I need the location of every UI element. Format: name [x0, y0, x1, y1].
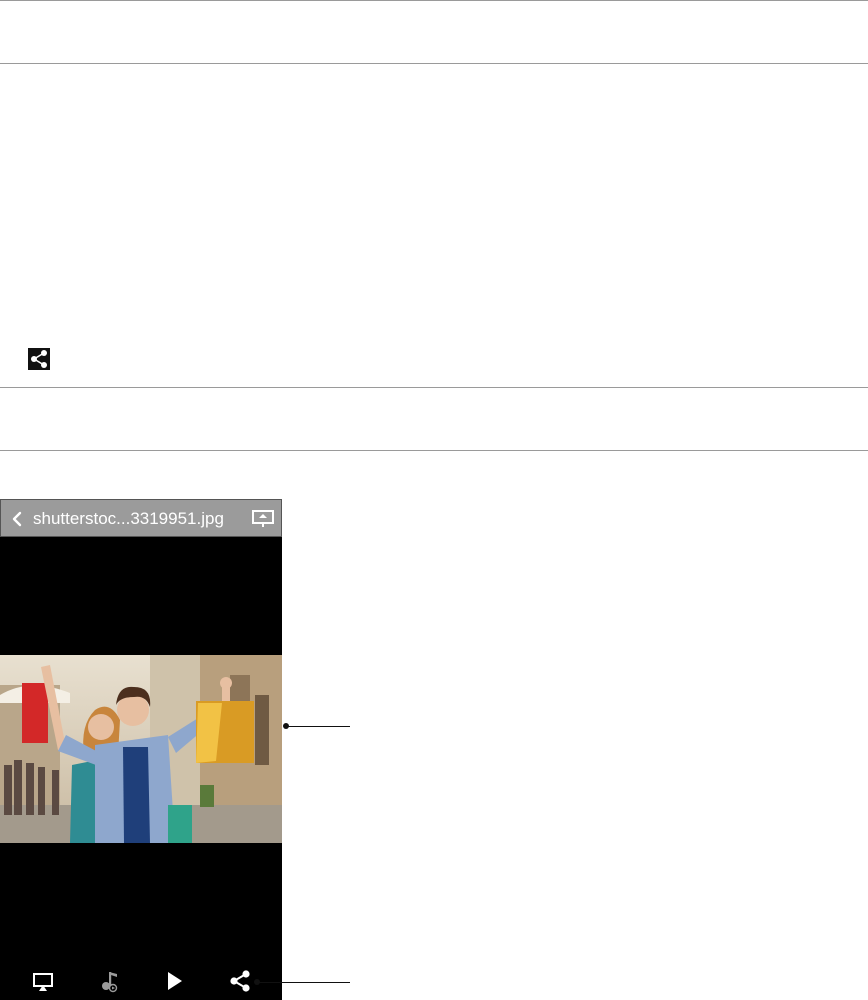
- section-divider-top: [0, 387, 868, 388]
- section-divider-bottom: [0, 450, 868, 451]
- top-divider: [0, 0, 868, 1]
- file-name-title: shutterstoc...3319951.jpg: [33, 509, 224, 528]
- photo-viewer-screen: shutterstoc...3319951.jpg: [0, 499, 282, 1000]
- share-icon: [28, 348, 50, 370]
- cast-screen-icon[interactable]: [251, 509, 275, 529]
- screen-mirror-icon[interactable]: [31, 969, 55, 993]
- viewer-title-bar: shutterstoc...3319951.jpg: [0, 499, 282, 537]
- photo-image[interactable]: [0, 655, 282, 843]
- header-divider: [0, 63, 868, 64]
- chevron-left-icon[interactable]: [7, 509, 27, 529]
- music-playlist-icon[interactable]: [96, 969, 120, 993]
- play-icon[interactable]: [162, 969, 186, 993]
- share-callout-line: [257, 982, 350, 983]
- share-icon[interactable]: [228, 969, 252, 993]
- photo-callout-line: [286, 726, 350, 727]
